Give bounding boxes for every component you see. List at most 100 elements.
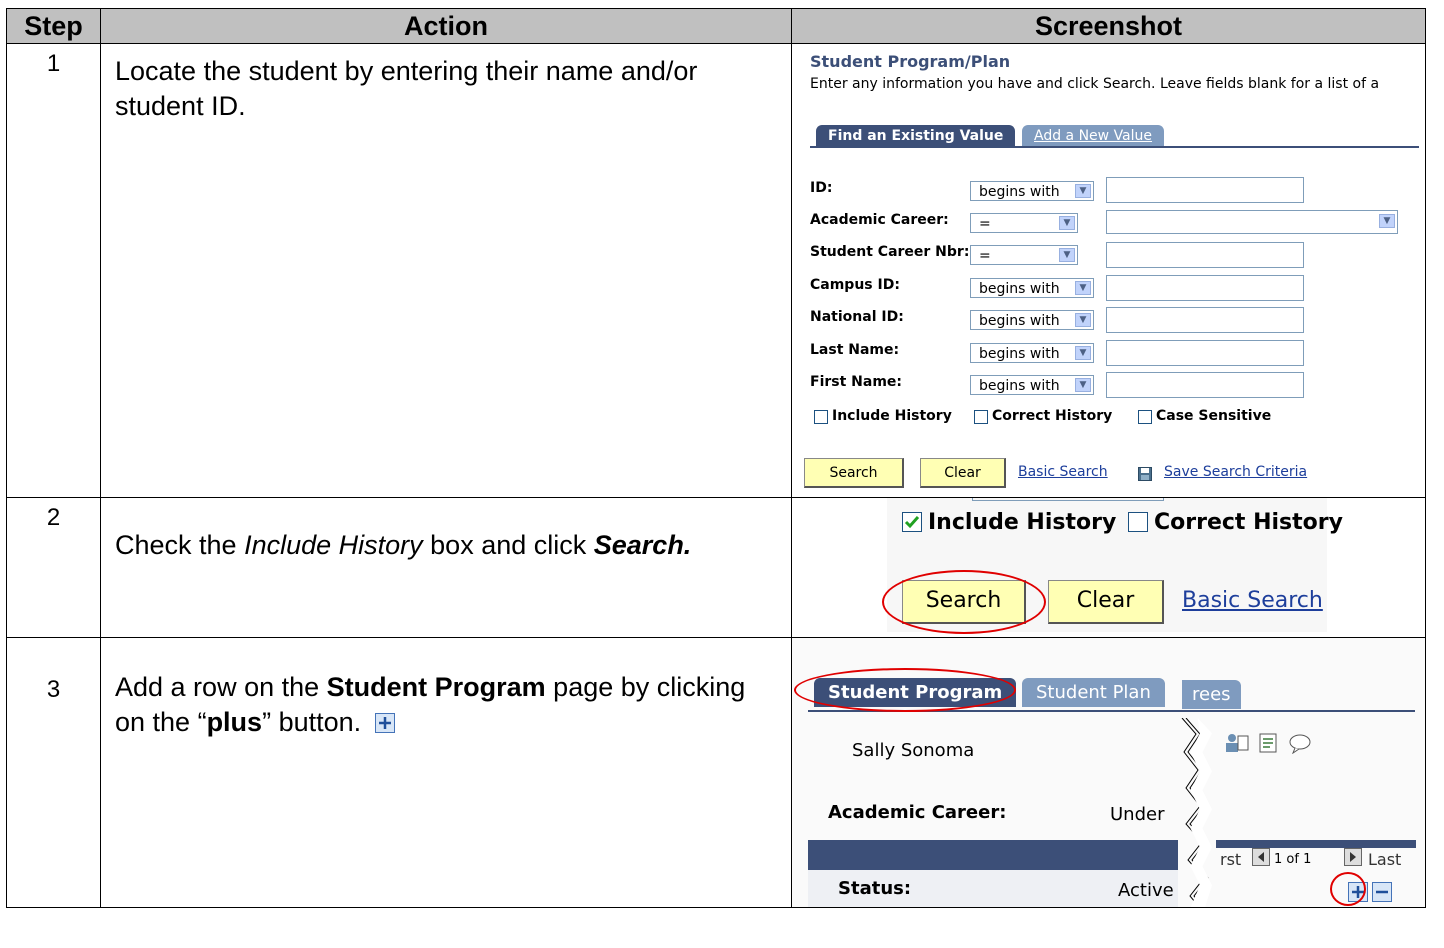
search-button[interactable]: Search [804,458,904,488]
step-number: 1 [6,43,101,498]
step-row-1: 1 Locate the student by entering their n… [6,43,1426,498]
academic-career-operator-select[interactable]: = ▼ [970,213,1078,233]
checkmark-icon [904,516,920,529]
id-input[interactable] [1106,177,1304,203]
notepad-icon [1259,733,1277,753]
student-career-nbr-label: Student Career Nbr: [810,244,970,260]
action-text-mid: box and click [422,530,594,560]
screenshot-search-zoom: Include History Correct History Search C… [791,497,1426,638]
national-id-operator-value: begins with [979,313,1060,329]
national-id-operator-select[interactable]: begins with ▼ [970,310,1094,330]
campus-id-operator-value: begins with [979,281,1060,297]
tab-add-new-value[interactable]: Add a New Value [1022,125,1165,147]
screenshot-search-page: Student Program/Plan Enter any informati… [791,43,1426,498]
tab-degrees-partial[interactable]: rees [1182,680,1241,709]
id-operator-select[interactable]: begins with ▼ [970,181,1094,201]
chevron-down-icon: ▼ [1379,214,1395,228]
student-name: Sally Sonoma [852,740,975,761]
last-name-operator-value: begins with [979,346,1060,362]
correct-history-label: Correct History [1154,510,1343,535]
first-name-input[interactable] [1106,372,1304,398]
step-number: 3 [6,637,101,908]
student-career-nbr-operator-select[interactable]: = ▼ [970,245,1078,265]
action-text-emphasis: Include History [244,530,423,560]
action-text: Locate the student by entering their nam… [100,43,792,498]
nav-first-link[interactable]: rst [1220,850,1241,869]
correct-history-checkbox[interactable] [1128,512,1148,532]
action-text-pre: Check the [115,530,245,560]
action-text-pre: Add a row on the [115,672,327,702]
screenshot-header: Screenshot [791,8,1426,44]
instructions: Enter any information you have and click… [810,76,1380,92]
action-text-strong: Student Program [326,672,546,702]
campus-id-label: Campus ID: [810,277,900,293]
tab-divider [810,146,1419,148]
student-career-nbr-operator-value: = [979,248,991,264]
include-history-checkbox-checked[interactable] [902,512,922,532]
procedure-table: Step Action Screenshot 1 Locate the stud… [6,8,1426,908]
action-text-1: Locate the student by entering their nam… [115,56,698,122]
chevron-down-icon: ▼ [1075,281,1091,295]
tab-highlight-circle [794,668,1016,712]
search-highlight-circle [882,570,1046,634]
chevron-down-icon: ▼ [1075,184,1091,198]
last-name-operator-select[interactable]: begins with ▼ [970,343,1094,363]
id-label: ID: [810,180,833,196]
clear-button[interactable]: Clear [1048,580,1164,624]
next-arrow-icon[interactable] [1344,848,1362,866]
plus-highlight-circle [1330,872,1366,906]
plus-icon [374,713,395,734]
campus-id-operator-select[interactable]: begins with ▼ [970,278,1094,298]
nav-count: 1 of 1 [1274,852,1312,867]
case-sensitive-checkbox[interactable] [1138,410,1152,424]
previous-arrow-icon[interactable] [1252,848,1270,866]
last-name-input[interactable] [1106,340,1304,366]
first-name-label: First Name: [810,374,903,390]
action-text-strong: Search. [593,530,692,560]
screenshot-student-program: Student Program Student Plan rees Sally … [791,637,1426,908]
action-text: Check the Include History box and click … [100,497,792,638]
status-value: Active [1118,880,1174,901]
action-text-post: ” button. [262,707,362,738]
chevron-down-icon: ▼ [1075,378,1091,392]
basic-search-link[interactable]: Basic Search [1182,588,1323,613]
case-sensitive-label: Case Sensitive [1156,408,1272,424]
step-row-3: 3 Add a row on the Student Program page … [6,637,1426,908]
student-career-nbr-input[interactable] [1106,242,1304,268]
action-text-strong-2: plus [206,707,263,738]
tab-student-plan[interactable]: Student Plan [1022,678,1165,707]
step-header: Step [6,8,101,44]
nav-last-link[interactable]: Last [1368,850,1401,869]
include-history-label: Include History [928,510,1117,535]
correct-history-checkbox[interactable] [974,410,988,424]
correct-history-label: Correct History [992,408,1113,424]
page-title: Student Program/Plan [810,52,1011,71]
academic-career-value: Under [1110,804,1165,825]
chevron-down-icon: ▼ [1075,346,1091,360]
campus-id-input[interactable] [1106,275,1304,301]
basic-search-link[interactable]: Basic Search [1018,464,1108,480]
national-id-label: National ID: [810,309,904,325]
person-icon [1226,734,1249,752]
first-name-operator-value: begins with [979,378,1060,394]
action-text: Add a row on the Student Program page by… [100,637,792,908]
first-name-operator-select[interactable]: begins with ▼ [970,375,1094,395]
grid-header-bar [808,840,1178,870]
minus-icon[interactable] [1372,882,1392,902]
step-number: 2 [6,497,101,638]
last-name-label: Last Name: [810,342,900,358]
academic-career-operator-value: = [979,216,991,232]
chat-icon [1289,734,1311,754]
step-row-2: 2 Check the Include History box and clic… [6,497,1426,638]
save-search-criteria-link[interactable]: Save Search Criteria [1164,464,1307,480]
id-operator-value: begins with [979,184,1060,200]
chevron-down-icon: ▼ [1059,216,1075,230]
include-history-checkbox[interactable] [814,410,828,424]
national-id-input[interactable] [1106,307,1304,333]
clear-button[interactable]: Clear [920,458,1006,488]
chevron-down-icon: ▼ [1059,248,1075,262]
tab-find-existing-value[interactable]: Find an Existing Value [816,125,1016,147]
include-history-label: Include History [832,408,952,424]
academic-career-select[interactable]: ▼ [1106,210,1398,234]
cut-off-input [972,498,1164,501]
